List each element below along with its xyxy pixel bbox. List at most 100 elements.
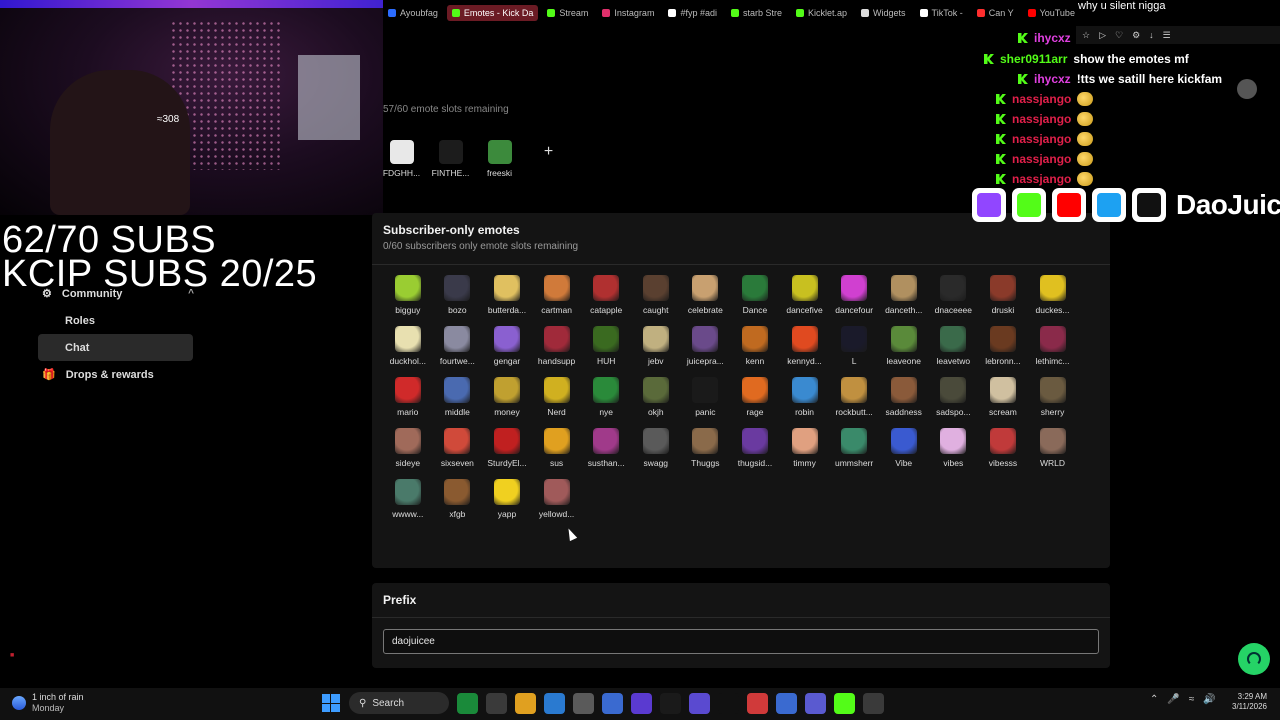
emote-item[interactable]: handsupp: [532, 326, 582, 366]
chat-username[interactable]: ihycxz: [1034, 72, 1071, 86]
emote-item[interactable]: rage: [730, 377, 780, 417]
taskbar-app-icon[interactable]: [660, 692, 681, 714]
emote-item[interactable]: dancefour: [829, 275, 879, 315]
sidebar-item-roles[interactable]: Roles: [30, 307, 200, 334]
emote-item[interactable]: lethimc...: [1028, 326, 1078, 366]
browser-tab[interactable]: starb Stre: [726, 5, 787, 21]
emote-item[interactable]: saddness: [879, 377, 929, 417]
chat-username[interactable]: nassjango: [1012, 92, 1071, 106]
emote-item[interactable]: money: [482, 377, 532, 417]
emote-item[interactable]: celebrate: [681, 275, 731, 315]
emote-item[interactable]: duckhol...: [383, 326, 433, 366]
emote-item[interactable]: vibesss: [978, 428, 1028, 468]
browser-tab[interactable]: Widgets: [856, 5, 911, 21]
taskbar-app-icon[interactable]: [486, 692, 507, 714]
volume-icon[interactable]: 🔊: [1203, 694, 1215, 705]
chevron-up-icon[interactable]: ⌃: [1150, 694, 1158, 705]
chevron-up-icon[interactable]: ^: [188, 288, 194, 299]
taskbar-app-icon[interactable]: [457, 692, 478, 714]
taskbar-app-icon[interactable]: [689, 692, 710, 714]
browser-tab[interactable]: Kicklet.ap: [791, 5, 852, 21]
emote-item[interactable]: ummsherr: [829, 428, 879, 468]
taskbar-app-icon[interactable]: [573, 692, 594, 714]
emote-item[interactable]: sixseven: [433, 428, 483, 468]
sidebar-item-drops-rewards[interactable]: 🎁 Drops & rewards: [30, 361, 200, 388]
emote-item[interactable]: middle: [433, 377, 483, 417]
emote-item[interactable]: thugsid...: [730, 428, 780, 468]
add-emote-button[interactable]: +: [530, 140, 567, 164]
chat-username[interactable]: nassjango: [1012, 112, 1071, 126]
emote-item[interactable]: rockbutt...: [829, 377, 879, 417]
emote-item[interactable]: swagg: [631, 428, 681, 468]
emote-item[interactable]: sherry: [1028, 377, 1078, 417]
emote-item[interactable]: dnaceeee: [929, 275, 979, 315]
emote-item[interactable]: kenn: [730, 326, 780, 366]
emote-item[interactable]: leaveone: [879, 326, 929, 366]
browser-tab[interactable]: TikTok -: [915, 5, 968, 21]
emote-item[interactable]: Nerd: [532, 377, 582, 417]
emote-item[interactable]: kennyd...: [780, 326, 830, 366]
chat-username[interactable]: nassjango: [1012, 172, 1071, 186]
clock[interactable]: 3:29 AM 3/11/2026: [1232, 692, 1267, 713]
start-button[interactable]: [320, 693, 341, 714]
chat-username[interactable]: nassjango: [1012, 152, 1071, 166]
emote-item[interactable]: susthan...: [581, 428, 631, 468]
emote-item[interactable]: bigguy: [383, 275, 433, 315]
chat-username[interactable]: ihycxz: [1034, 31, 1071, 45]
emote-item[interactable]: Vibe: [879, 428, 929, 468]
emote-item[interactable]: WRLD: [1028, 428, 1078, 468]
emote-item[interactable]: FINTHE...: [432, 140, 469, 178]
emote-item[interactable]: Dance: [730, 275, 780, 315]
emote-item[interactable]: panic: [681, 377, 731, 417]
emote-item[interactable]: cartman: [532, 275, 582, 315]
browser-tab[interactable]: Instagram: [597, 5, 659, 21]
taskbar-app-icon[interactable]: [602, 692, 623, 714]
chat-username[interactable]: nassjango: [1012, 132, 1071, 146]
emote-item[interactable]: L: [829, 326, 879, 366]
browser-tab[interactable]: Emotes - Kick Da: [446, 5, 539, 21]
emote-item[interactable]: Thuggs: [681, 428, 731, 468]
taskbar-app-icon[interactable]: [805, 692, 826, 714]
emote-item[interactable]: fourtwe...: [433, 326, 483, 366]
emote-item[interactable]: wwww...: [383, 479, 433, 519]
emote-item[interactable]: druski: [978, 275, 1028, 315]
taskbar-app-icon[interactable]: [776, 692, 797, 714]
emote-item[interactable]: bozo: [433, 275, 483, 315]
wifi-icon[interactable]: ≈: [1189, 694, 1195, 705]
taskbar-app-icon[interactable]: [863, 692, 884, 714]
emote-item[interactable]: yapp: [482, 479, 532, 519]
emote-item[interactable]: HUH: [581, 326, 631, 366]
emote-item[interactable]: xfgb: [433, 479, 483, 519]
emote-item[interactable]: robin: [780, 377, 830, 417]
emote-item[interactable]: butterda...: [482, 275, 532, 315]
chat-username[interactable]: sher0911arr: [1000, 52, 1067, 66]
emote-item[interactable]: FDGHH...: [383, 140, 420, 178]
emote-item[interactable]: dancefive: [780, 275, 830, 315]
emote-item[interactable]: freeski: [481, 140, 518, 178]
emote-item[interactable]: catapple: [581, 275, 631, 315]
emote-item[interactable]: nye: [581, 377, 631, 417]
emote-item[interactable]: duckes...: [1028, 275, 1078, 315]
emote-item[interactable]: mario: [383, 377, 433, 417]
emote-item[interactable]: okjh: [631, 377, 681, 417]
mic-icon[interactable]: 🎤: [1167, 694, 1179, 705]
browser-tab[interactable]: Stream: [542, 5, 593, 21]
emote-item[interactable]: jebv: [631, 326, 681, 366]
emote-item[interactable]: sadspo...: [929, 377, 979, 417]
taskbar-app-icon[interactable]: [718, 692, 739, 714]
browser-tab[interactable]: Ayoubfag: [383, 5, 443, 21]
taskbar-app-icon[interactable]: [747, 692, 768, 714]
emote-item[interactable]: danceth...: [879, 275, 929, 315]
taskbar-app-icon[interactable]: [631, 692, 652, 714]
taskbar-app-icon[interactable]: [834, 692, 855, 714]
emote-item[interactable]: SturdyEl...: [482, 428, 532, 468]
weather-widget[interactable]: 1 inch of rain Monday: [12, 692, 84, 713]
prefix-input[interactable]: [383, 629, 1099, 654]
sidebar-item-community[interactable]: ⚙ Community ^: [30, 280, 200, 307]
sidebar-item-chat[interactable]: Chat: [38, 334, 193, 361]
emote-item[interactable]: vibes: [929, 428, 979, 468]
emote-item[interactable]: yellowd...: [532, 479, 582, 519]
emote-item[interactable]: juicepra...: [681, 326, 731, 366]
emote-item[interactable]: lebronn...: [978, 326, 1028, 366]
emote-item[interactable]: sideye: [383, 428, 433, 468]
